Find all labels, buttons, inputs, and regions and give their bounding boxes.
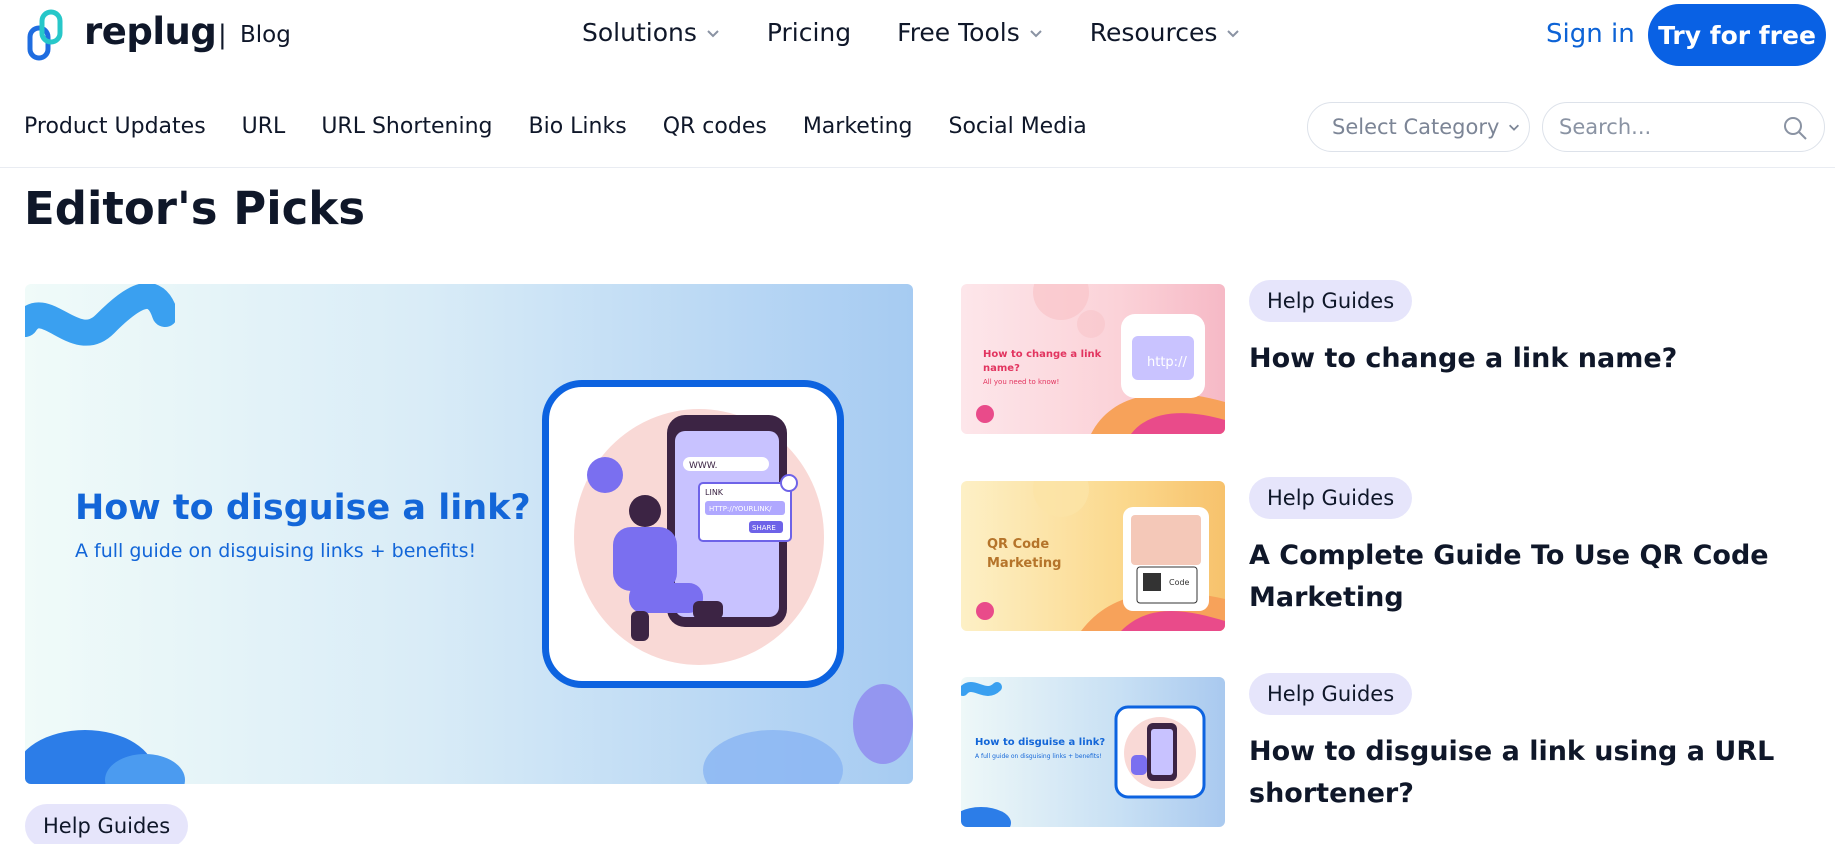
wave-decoration-icon	[25, 284, 175, 346]
featured-image-title: How to disguise a link?	[75, 488, 531, 528]
nav-free-tools[interactable]: Free Tools	[897, 18, 1044, 47]
sign-in-link[interactable]: Sign in	[1546, 19, 1635, 49]
code-badge-text: Code	[1169, 578, 1190, 587]
brand-name[interactable]: replug	[84, 10, 217, 53]
http-badge-text: http://	[1147, 355, 1187, 370]
brand-separator: |	[218, 20, 227, 50]
logo[interactable]	[24, 8, 70, 64]
category-product-updates[interactable]: Product Updates	[24, 114, 206, 139]
chevron-down-icon	[1227, 29, 1240, 37]
replug-logo-icon	[27, 9, 63, 61]
link-text: LINK	[705, 488, 724, 497]
nav-solutions[interactable]: Solutions	[582, 18, 721, 47]
chevron-down-icon	[707, 29, 719, 37]
thumbnail-title-line-1: QR Code	[987, 537, 1050, 552]
category-list: Product Updates URL URL Shortening Bio L…	[24, 114, 1123, 139]
nav-label: Solutions	[582, 18, 697, 47]
nav-pricing[interactable]: Pricing	[767, 18, 851, 47]
main-nav: Solutions Pricing Free Tools Resources	[582, 18, 1287, 47]
post-tag[interactable]: Help Guides	[1249, 673, 1413, 715]
post-tag[interactable]: Help Guides	[1249, 280, 1413, 322]
url-text: HTTP://YOURLINK/	[709, 505, 772, 513]
category-bar: Product Updates URL URL Shortening Bio L…	[0, 100, 1835, 168]
try-for-free-button[interactable]: Try for free	[1648, 4, 1826, 66]
post-title[interactable]: How to disguise a link using a URL short…	[1249, 731, 1789, 815]
post-item: How to disguise a link? A full guide on …	[961, 673, 1821, 827]
www-text: WWW.	[689, 461, 718, 471]
flower-decoration-icon	[25, 730, 185, 784]
post-item: Code QR Code Marketing Help Guides A Com…	[961, 477, 1821, 631]
category-marketing[interactable]: Marketing	[803, 114, 913, 139]
thumbnail-title-line-2: Marketing	[987, 556, 1062, 571]
post-thumbnail[interactable]: http:// How to change a link name? All y…	[961, 284, 1225, 434]
post-title[interactable]: How to change a link name?	[1249, 338, 1789, 380]
featured-image-subtitle: A full guide on disguising links + benef…	[75, 540, 477, 562]
thumbnail-subtitle: A full guide on disguising links + benef…	[975, 753, 1102, 760]
category-bio-links[interactable]: Bio Links	[529, 114, 627, 139]
featured-post-image[interactable]: How to disguise a link? A full guide on …	[25, 284, 913, 784]
select-category-label: Select Category	[1332, 115, 1500, 139]
disguise-link-thumbnail-art	[961, 682, 1206, 827]
person-with-phone-illustration: WWW. LINK HTTP://YOURLINK/ SHARE	[574, 409, 824, 665]
thumbnail-title: How to change a link name?	[983, 349, 1102, 374]
top-header: replug | Blog Solutions Pricing Free Too…	[0, 0, 1835, 72]
category-qr-codes[interactable]: QR codes	[663, 114, 767, 139]
share-text: SHARE	[752, 524, 776, 532]
blog-label[interactable]: Blog	[240, 22, 291, 48]
nav-label: Free Tools	[897, 18, 1020, 47]
nav-resources[interactable]: Resources	[1090, 18, 1242, 47]
post-title[interactable]: A Complete Guide To Use QR Code Marketin…	[1249, 535, 1789, 619]
search-icon[interactable]	[1782, 115, 1808, 141]
nav-label: Pricing	[766, 18, 852, 47]
category-url[interactable]: URL	[242, 114, 286, 139]
search-box	[1542, 102, 1825, 152]
post-thumbnail[interactable]: Code QR Code Marketing	[961, 481, 1225, 631]
category-social-media[interactable]: Social Media	[948, 114, 1086, 139]
post-tag[interactable]: Help Guides	[1249, 477, 1413, 519]
thumbnail-subtitle: All you need to know!	[983, 378, 1060, 386]
nav-label: Resources	[1089, 18, 1218, 47]
search-input[interactable]	[1559, 115, 1769, 139]
chevron-down-icon	[1030, 29, 1042, 37]
category-url-shortening[interactable]: URL Shortening	[321, 114, 492, 139]
featured-post-tag[interactable]: Help Guides	[25, 804, 189, 844]
illustration-card: WWW. LINK HTTP://YOURLINK/ SHARE	[542, 380, 844, 688]
blob-decoration-icon	[703, 684, 913, 784]
chevron-down-icon	[1509, 124, 1520, 131]
post-thumbnail[interactable]: How to disguise a link? A full guide on …	[961, 677, 1225, 827]
select-category-dropdown[interactable]: Select Category	[1307, 102, 1530, 152]
thumbnail-title: How to disguise a link?	[975, 737, 1106, 748]
page-title: Editor's Picks	[24, 182, 366, 235]
post-item: http:// How to change a link name? All y…	[961, 280, 1821, 434]
